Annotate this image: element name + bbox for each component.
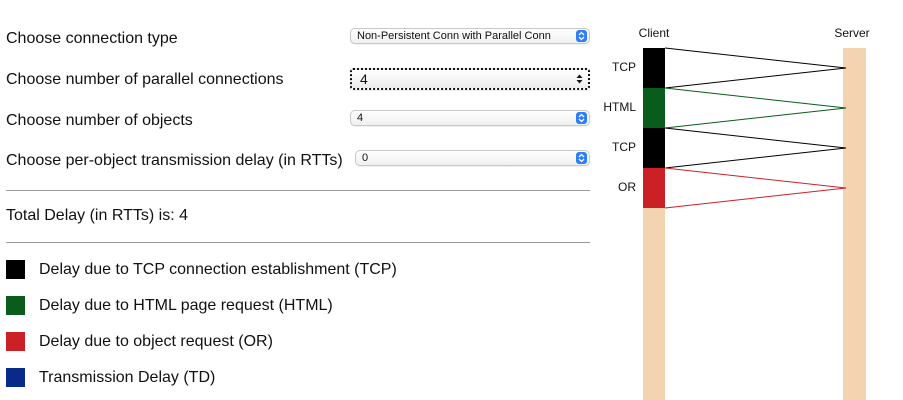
message-line-or-request bbox=[664, 167, 847, 189]
legend-swatch-or bbox=[6, 332, 25, 351]
client-label: Client bbox=[639, 26, 670, 40]
parallel-connections-value: 4 bbox=[360, 71, 368, 87]
parallel-connections-select[interactable]: 4 bbox=[350, 68, 590, 90]
select-stepper-icon bbox=[576, 152, 587, 164]
divider bbox=[6, 242, 590, 243]
message-line-tcp-1-response bbox=[664, 67, 847, 89]
total-delay-text: Total Delay (in RTTs) is: 4 bbox=[6, 207, 188, 224]
transmission-delay-label: Choose per-object transmission delay (in… bbox=[6, 152, 343, 169]
segment-label-or: OR bbox=[618, 180, 636, 194]
legend-swatch-td bbox=[6, 368, 25, 387]
server-timeline bbox=[843, 48, 866, 400]
legend-label-td: Transmission Delay (TD) bbox=[39, 369, 216, 386]
transmission-delay-select[interactable]: 0 bbox=[355, 150, 590, 166]
message-line-tcp-2-request bbox=[664, 127, 847, 149]
legend-label-html: Delay due to HTML page request (HTML) bbox=[39, 297, 333, 314]
legend-swatch-html bbox=[6, 296, 25, 315]
legend-label-or: Delay due to object request (OR) bbox=[39, 333, 273, 350]
parallel-connections-row: Choose number of parallel connections 4 bbox=[6, 68, 590, 92]
divider bbox=[6, 190, 590, 191]
select-stepper-icon bbox=[574, 73, 585, 85]
objects-value: 4 bbox=[357, 112, 364, 124]
timing-diagram: Client Server TCP HTML TCP OR bbox=[603, 26, 870, 400]
message-line-html-request bbox=[664, 87, 847, 109]
objects-row: Choose number of objects 4 bbox=[6, 109, 590, 133]
server-label: Server bbox=[834, 26, 869, 40]
legend-label-tcp: Delay due to TCP connection establishmen… bbox=[39, 261, 397, 278]
message-line-tcp-2-response bbox=[664, 147, 847, 169]
segment-tcp-1 bbox=[643, 48, 665, 88]
objects-label: Choose number of objects bbox=[6, 112, 193, 129]
message-line-html-response bbox=[664, 107, 847, 129]
select-stepper-icon bbox=[576, 30, 587, 42]
objects-select[interactable]: 4 bbox=[350, 110, 590, 126]
connection-type-row: Choose connection type Non-Persistent Co… bbox=[6, 27, 590, 51]
connection-type-value: Non-Persistent Conn with Parallel Conn bbox=[357, 30, 551, 42]
transmission-delay-row: Choose per-object transmission delay (in… bbox=[6, 149, 590, 173]
segment-html bbox=[643, 88, 665, 128]
message-line-tcp-1-request bbox=[664, 47, 847, 69]
message-line-or-response bbox=[664, 187, 847, 209]
connection-type-label: Choose connection type bbox=[6, 30, 178, 47]
parallel-connections-label: Choose number of parallel connections bbox=[6, 71, 284, 88]
page: Choose connection type Non-Persistent Co… bbox=[0, 0, 903, 400]
segment-label-html: HTML bbox=[603, 100, 636, 114]
segment-or bbox=[643, 168, 665, 208]
legend-swatch-tcp bbox=[6, 260, 25, 279]
segment-label-tcp-2: TCP bbox=[612, 140, 636, 154]
select-stepper-icon bbox=[576, 112, 587, 124]
connection-type-select[interactable]: Non-Persistent Conn with Parallel Conn bbox=[350, 28, 590, 44]
segment-tcp-2 bbox=[643, 128, 665, 168]
transmission-delay-value: 0 bbox=[362, 152, 369, 164]
segment-label-tcp-1: TCP bbox=[612, 60, 636, 74]
